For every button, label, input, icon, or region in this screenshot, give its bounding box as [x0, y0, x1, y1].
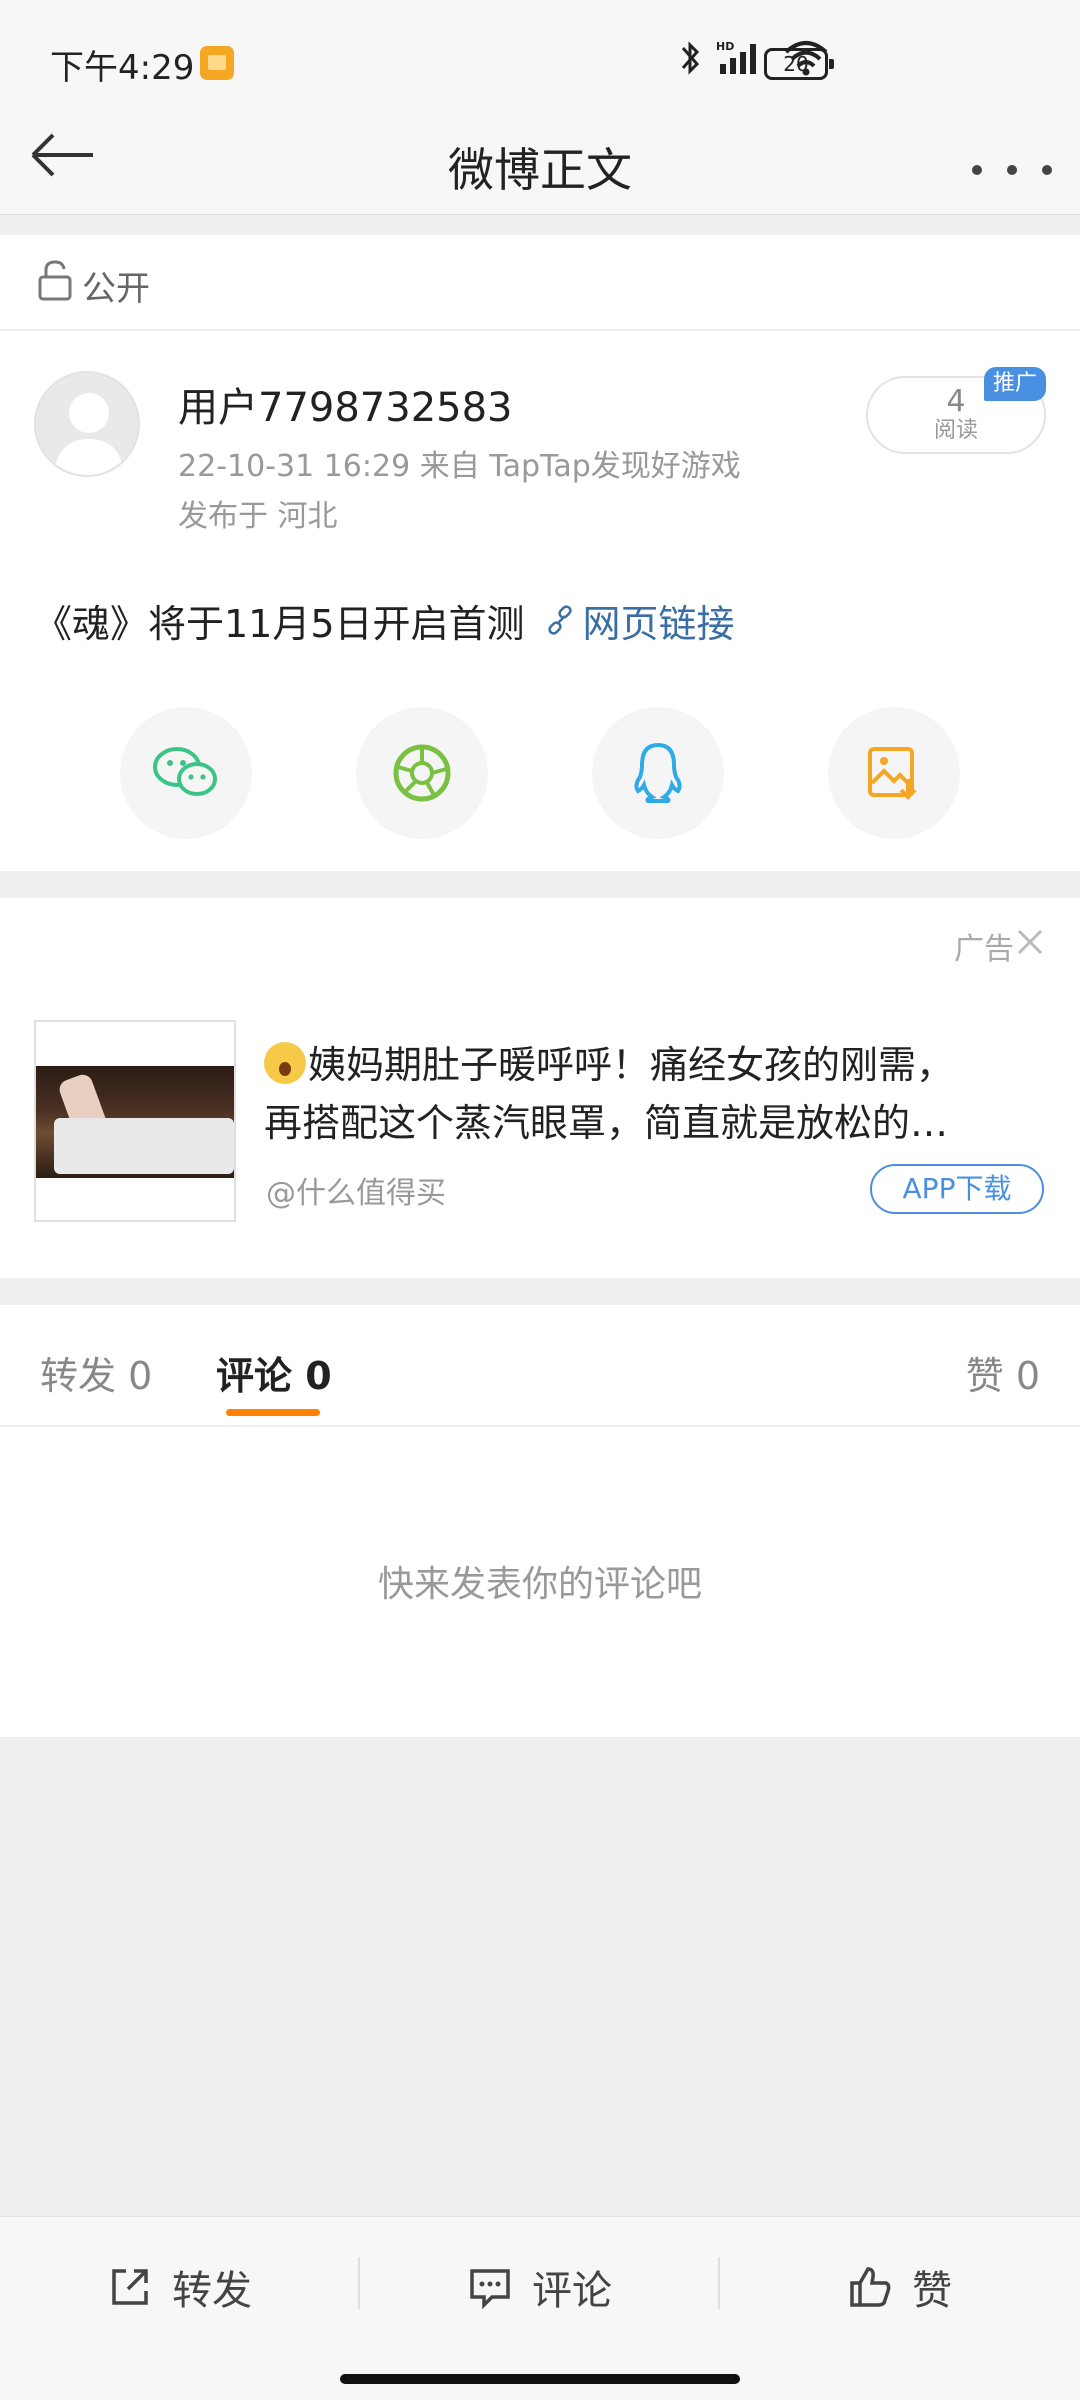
ad-thumbnail-detail: [54, 1118, 234, 1174]
battery-icon: 20: [764, 48, 834, 80]
promo-tag: 推广: [984, 367, 1046, 401]
wechat-icon: [153, 747, 217, 796]
page-title: 微博正文: [448, 143, 632, 197]
active-tab-indicator: [226, 1409, 320, 1416]
qq-icon: [634, 742, 682, 803]
nav-bar: 微博正文: [0, 125, 1080, 215]
bluetooth-icon: [681, 41, 700, 75]
username[interactable]: 用户7798732583: [178, 375, 513, 433]
comment-button[interactable]: 评论: [360, 2217, 718, 2357]
ad-text[interactable]: 姨妈期肚子暖呼呼！痛经女孩的刚需， 再搭配这个蒸汽眼罩，简直就是放松的…: [264, 1036, 1054, 1152]
share-qq-button[interactable]: [592, 707, 724, 839]
post-card: 用户7798732583 22-10-31 16:29 来自 TapTap发现好…: [0, 331, 1080, 871]
ad-card[interactable]: 广告 姨妈期肚子暖呼呼！痛经女孩的刚需， 再搭配这个蒸汽眼罩，简直就是放松的… …: [0, 898, 1080, 1278]
surprised-emoji-icon: [264, 1042, 306, 1084]
tab-repost[interactable]: 转发 0: [40, 1345, 152, 1400]
like-button[interactable]: 赞: [720, 2217, 1078, 2357]
status-bar: 下午4:29 HD 20: [0, 0, 1080, 125]
avatar[interactable]: [34, 371, 140, 477]
read-label: 阅读: [933, 418, 978, 443]
gallery-notification-icon: [200, 46, 234, 80]
ad-label: 广告: [954, 932, 1014, 967]
ad-thumbnail[interactable]: [34, 1020, 236, 1222]
save-image-button[interactable]: [828, 707, 960, 839]
post-location: 发布于 河北: [178, 499, 338, 534]
repost-label: 转发: [172, 2268, 252, 2314]
bottom-action-bar: 转发 评论 赞: [0, 2216, 1080, 2356]
divider: [0, 1425, 1080, 1427]
visibility-label: 公开: [82, 269, 150, 309]
tab-like[interactable]: 赞 0: [966, 1345, 1040, 1400]
like-label: 赞: [912, 2268, 952, 2314]
thumbs-up-icon: [850, 2267, 891, 2307]
ad-text-line-2: 再搭配这个蒸汽眼罩，简直就是放松的…: [264, 1101, 949, 1145]
empty-comments-hint: 快来发表你的评论吧: [377, 1564, 702, 1605]
web-link-label: 网页链接: [582, 602, 735, 646]
cellular-signal-icon: HD: [716, 40, 756, 74]
post-meta: 22-10-31 16:29 来自 TapTap发现好游戏: [178, 449, 741, 484]
post-body: 《魂》将于11月5日开启首测: [34, 602, 525, 646]
svg-text:HD: HD: [716, 40, 734, 53]
visibility-row: 公开: [0, 235, 1080, 330]
repost-button[interactable]: 转发: [0, 2217, 358, 2357]
post-text: 《魂》将于11月5日开启首测 网页链接: [34, 593, 735, 648]
lock-icon: [38, 260, 72, 301]
link-icon: [547, 604, 572, 635]
ad-text-line-1-content: 姨妈期肚子暖呼呼！痛经女孩的刚需，: [308, 1043, 955, 1087]
interaction-tabs: 转发 0 评论 0 赞 0 快来发表你的评论吧: [0, 1305, 1080, 1737]
more-dot: [972, 165, 982, 175]
save-image-icon: [868, 747, 917, 800]
ad-text-line-1: 姨妈期肚子暖呼呼！痛经女孩的刚需，: [264, 1036, 1054, 1094]
comment-icon: [470, 2269, 510, 2310]
share-moments-button[interactable]: [356, 707, 488, 839]
close-icon[interactable]: [1016, 928, 1044, 956]
app-download-button[interactable]: APP下载: [870, 1164, 1044, 1214]
repost-icon: [112, 2269, 148, 2305]
default-avatar-icon: [54, 393, 124, 475]
comment-label: 评论: [532, 2268, 612, 2314]
status-time: 下午4:29: [50, 48, 195, 88]
more-dot: [1007, 165, 1017, 175]
more-dot: [1042, 165, 1052, 175]
tab-comment[interactable]: 评论 0: [216, 1345, 332, 1400]
home-indicator[interactable]: [340, 2374, 740, 2384]
share-wechat-button[interactable]: [120, 707, 252, 839]
moments-icon: [393, 744, 451, 802]
ad-source: @什么值得买: [266, 1176, 446, 1211]
more-options-button[interactable]: [972, 125, 1052, 215]
web-link[interactable]: 网页链接: [543, 593, 735, 648]
